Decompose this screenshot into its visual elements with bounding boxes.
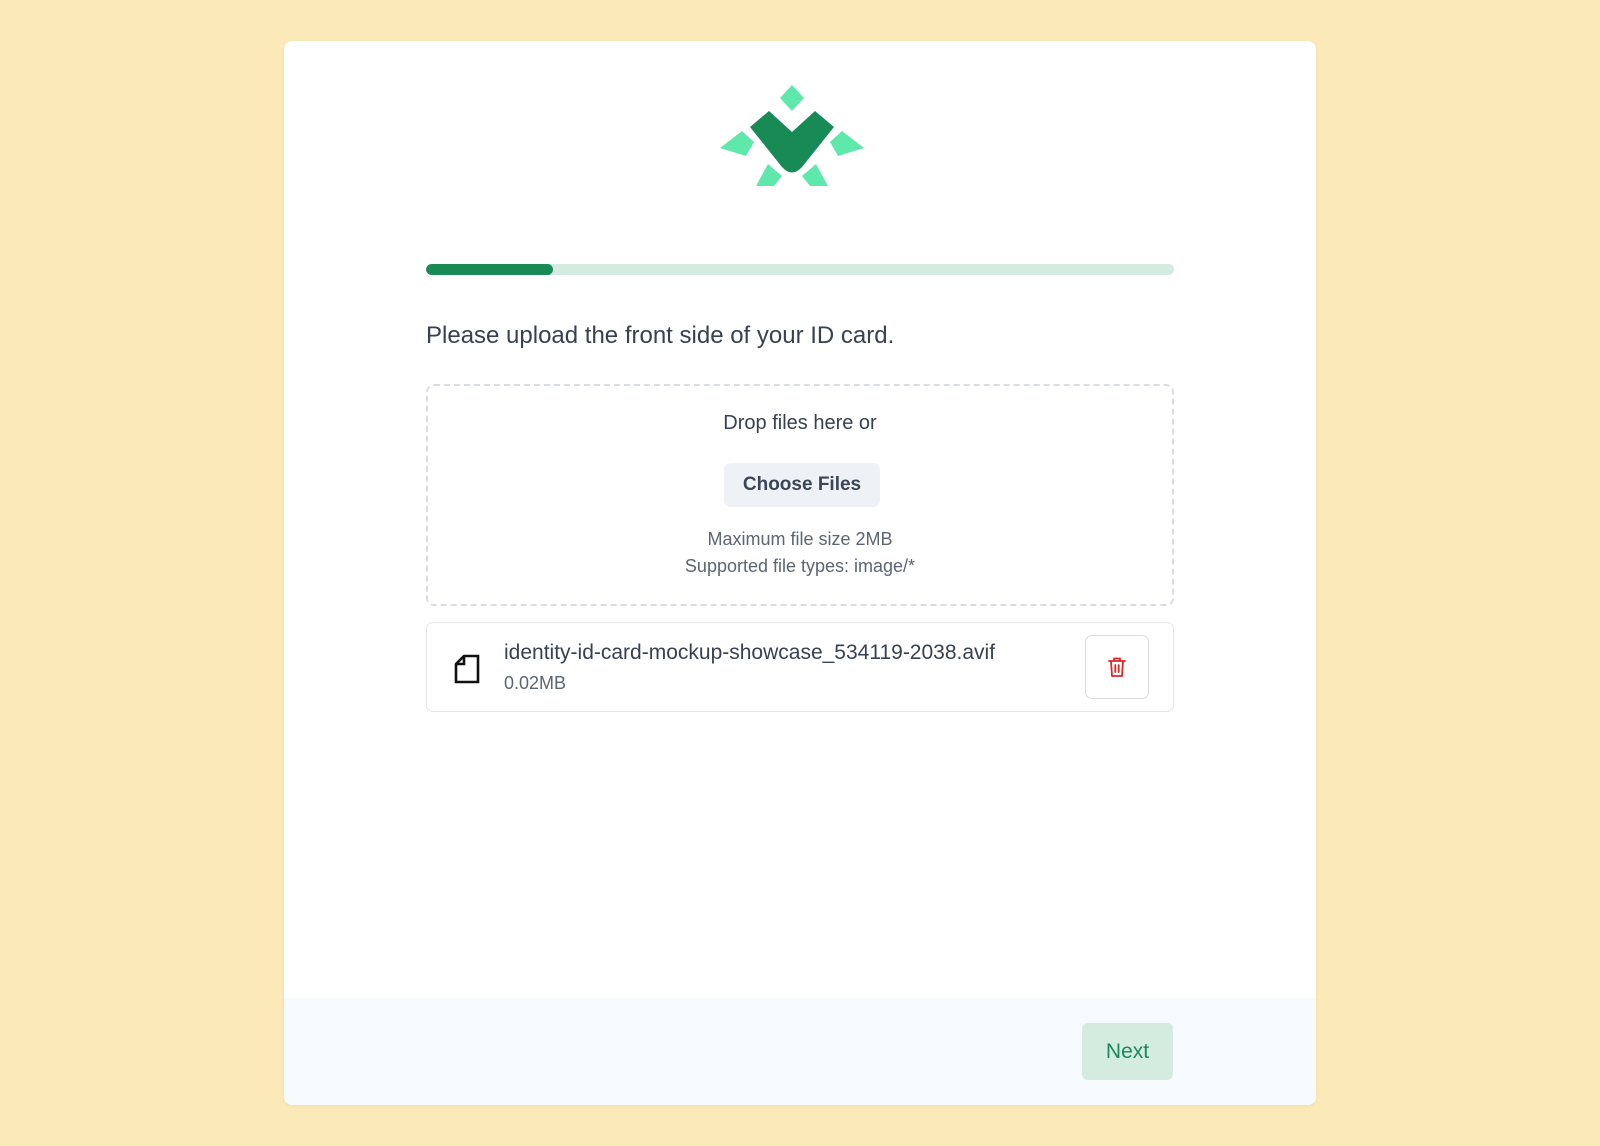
next-button[interactable]: Next xyxy=(1082,1023,1173,1080)
card-footer: Next xyxy=(284,998,1316,1105)
file-name: identity-id-card-mockup-showcase_534119-… xyxy=(504,641,996,664)
max-file-size-text: Maximum file size 2MB xyxy=(707,529,893,549)
file-dropzone[interactable]: Drop files here or Choose Files Maximum … xyxy=(426,384,1174,606)
brand-logo-icon xyxy=(720,85,864,186)
delete-file-button[interactable] xyxy=(1085,635,1149,699)
file-icon xyxy=(454,654,480,684)
trash-icon xyxy=(1108,657,1126,677)
progress-bar xyxy=(426,264,1174,275)
progress-fill xyxy=(426,264,554,275)
drop-text: Drop files here or xyxy=(723,412,877,434)
file-size: 0.02MB xyxy=(504,673,567,693)
choose-files-button[interactable]: Choose Files xyxy=(724,463,880,507)
upload-card: Please upload the front side of your ID … xyxy=(284,41,1316,1105)
uploaded-file-item: identity-id-card-mockup-showcase_534119-… xyxy=(426,622,1174,712)
upload-prompt: Please upload the front side of your ID … xyxy=(426,322,895,349)
supported-types-text: Supported file types: image/* xyxy=(684,556,916,576)
